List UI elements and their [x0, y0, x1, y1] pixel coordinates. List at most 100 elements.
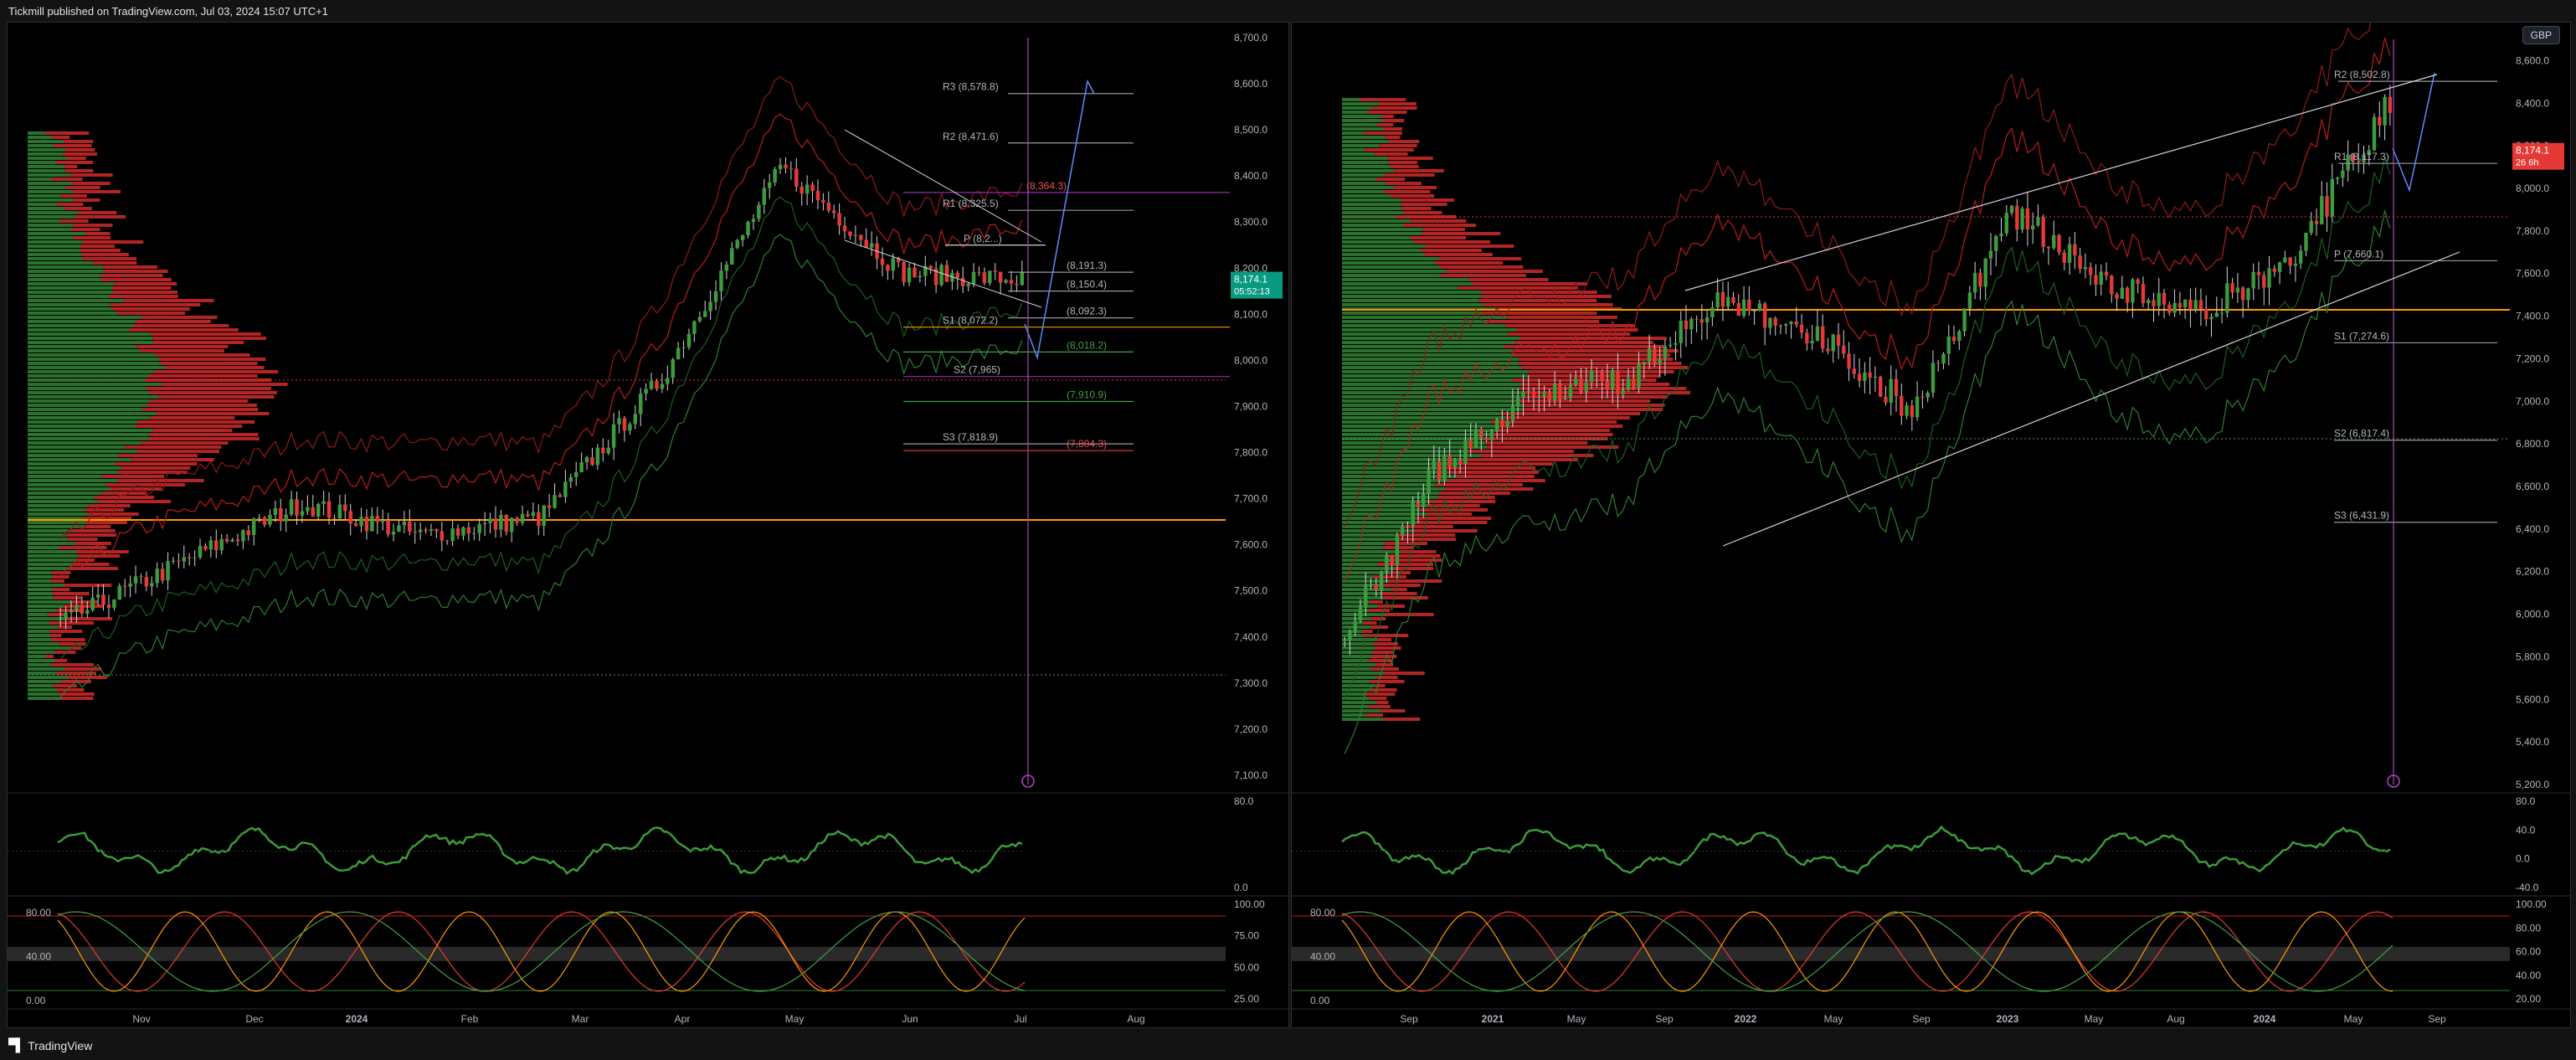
- volume-bar-buy: [28, 337, 153, 340]
- volume-bar-buy: [1342, 550, 1401, 553]
- candle-body: [955, 272, 960, 278]
- volume-bar-buy: [1342, 466, 1446, 470]
- volume-bar-buy: [28, 299, 124, 302]
- osc1-tick: 80.0: [2516, 795, 2536, 807]
- volume-bar-sell: [159, 358, 266, 361]
- candle-body: [1427, 470, 1431, 495]
- channel-upper-line: [1684, 74, 2438, 291]
- volume-bar-buy: [1342, 261, 1435, 265]
- volume-bar-sell: [105, 483, 186, 486]
- candle-body: [1836, 334, 1841, 346]
- volume-bar-buy: [28, 215, 75, 219]
- volume-bar-buy: [1342, 257, 1440, 260]
- time-tick: Jun: [902, 1013, 918, 1025]
- volume-bar-sell: [1394, 169, 1444, 172]
- right-chart-panel[interactable]: R2 (8,502.8) R1 (8,117.3) P (7,660.1) S1 (7…: [1291, 0, 2571, 1028]
- volume-bar-sell: [77, 558, 95, 562]
- band-line: [59, 196, 1023, 661]
- candle-body: [1558, 383, 1562, 400]
- candle-body: [2009, 205, 2014, 214]
- volume-bar-buy: [1342, 701, 1376, 704]
- candle-body: [2256, 271, 2261, 275]
- volume-bar-sell: [1428, 500, 1496, 503]
- time-tick: 2021: [1482, 1013, 1504, 1025]
- volume-bar-sell: [1505, 324, 1635, 327]
- candle-body: [466, 527, 471, 534]
- candle-body: [869, 243, 874, 248]
- volume-bar-buy: [28, 429, 153, 432]
- volume-bar-sell: [1369, 697, 1387, 700]
- volume-bar-buy: [1342, 596, 1384, 599]
- volume-bar-buy: [28, 512, 89, 516]
- volume-bar-buy: [28, 408, 142, 411]
- volume-bar-buy: [28, 140, 64, 143]
- candle-body: [397, 525, 401, 533]
- volume-bar-buy: [1342, 521, 1417, 524]
- candle-body: [106, 605, 111, 608]
- volume-bar-buy: [28, 483, 106, 486]
- volume-bar-sell: [1516, 328, 1638, 332]
- volume-bar-sell: [147, 374, 258, 378]
- volume-bar-sell: [51, 178, 83, 181]
- volume-bar-sell: [1400, 550, 1437, 553]
- candle-body: [499, 514, 503, 530]
- osc1-tick: -40.0: [2516, 882, 2539, 893]
- candle-body: [1910, 405, 1915, 418]
- volume-bar-buy: [1342, 207, 1401, 210]
- candle-body: [853, 234, 858, 236]
- left-chart-panel[interactable]: R3 (8,578.8) R2 (8,471.6) (8,364.3) R1 (8,3…: [7, 22, 1289, 1028]
- volume-bar-sell: [149, 391, 277, 394]
- volume-bar-buy: [28, 659, 55, 662]
- candle-body: [1668, 344, 1673, 347]
- price-tick: 8,000.0: [1234, 354, 1267, 366]
- pivot-label: (8,364.3): [1026, 180, 1067, 192]
- left-chart-canvas[interactable]: R3 (8,578.8) R2 (8,471.6) (8,364.3) R1 (8,3…: [8, 23, 1288, 1027]
- candle-body: [553, 495, 557, 508]
- candle-body: [1873, 376, 1878, 378]
- time-tick: 2024: [2254, 1013, 2276, 1025]
- volume-bar-buy: [1342, 224, 1404, 227]
- candle-body: [988, 270, 992, 284]
- candle-body: [482, 522, 487, 524]
- candle-body: [2293, 263, 2298, 266]
- right-chart-canvas[interactable]: R2 (8,502.8) R1 (8,117.3) P (7,660.1) S1 (7…: [1292, 0, 2570, 1027]
- candle-body: [343, 504, 347, 512]
- volume-bar-buy: [1342, 198, 1401, 202]
- volume-bar-buy: [1342, 270, 1447, 273]
- candle-body: [268, 514, 272, 525]
- candle-body: [1900, 395, 1904, 416]
- volume-bar-buy: [1342, 450, 1468, 453]
- candle-body: [101, 594, 105, 605]
- volume-bar-buy: [1342, 316, 1508, 319]
- candle-body: [2251, 271, 2255, 289]
- candle-body: [1773, 317, 1777, 326]
- volume-bar-sell: [53, 592, 90, 595]
- volume-bar-sell: [1521, 366, 1689, 369]
- candle-body: [337, 504, 342, 519]
- candle-body: [224, 538, 229, 542]
- volume-bar-buy: [1342, 144, 1380, 147]
- candle-body: [681, 347, 686, 348]
- volume-bar-buy: [1342, 479, 1447, 482]
- volume-bar-sell: [85, 232, 111, 235]
- candle-body: [1406, 525, 1410, 527]
- pivot-label: R1 (8,325.5): [943, 198, 999, 209]
- candle-body: [1810, 341, 1814, 344]
- candle-body: [902, 262, 906, 283]
- volume-bar-buy: [28, 374, 148, 378]
- currency-badge[interactable]: GBP: [2522, 26, 2560, 44]
- volume-bar-sell: [1375, 701, 1389, 704]
- volume-bar-buy: [28, 157, 67, 160]
- volume-bar-sell: [44, 131, 90, 135]
- candle-body: [2062, 252, 2067, 263]
- volume-bar-buy: [28, 232, 85, 235]
- volume-bar-buy: [28, 236, 74, 239]
- candle-body: [1789, 322, 1793, 325]
- candle-body: [1489, 430, 1494, 441]
- volume-bar-buy: [1342, 98, 1360, 101]
- volume-bar-sell: [1434, 261, 1504, 265]
- price-tick: 6,000.0: [2516, 609, 2549, 620]
- candle-body: [622, 418, 627, 431]
- volume-bar-buy: [1342, 634, 1364, 637]
- candle-body: [375, 516, 380, 522]
